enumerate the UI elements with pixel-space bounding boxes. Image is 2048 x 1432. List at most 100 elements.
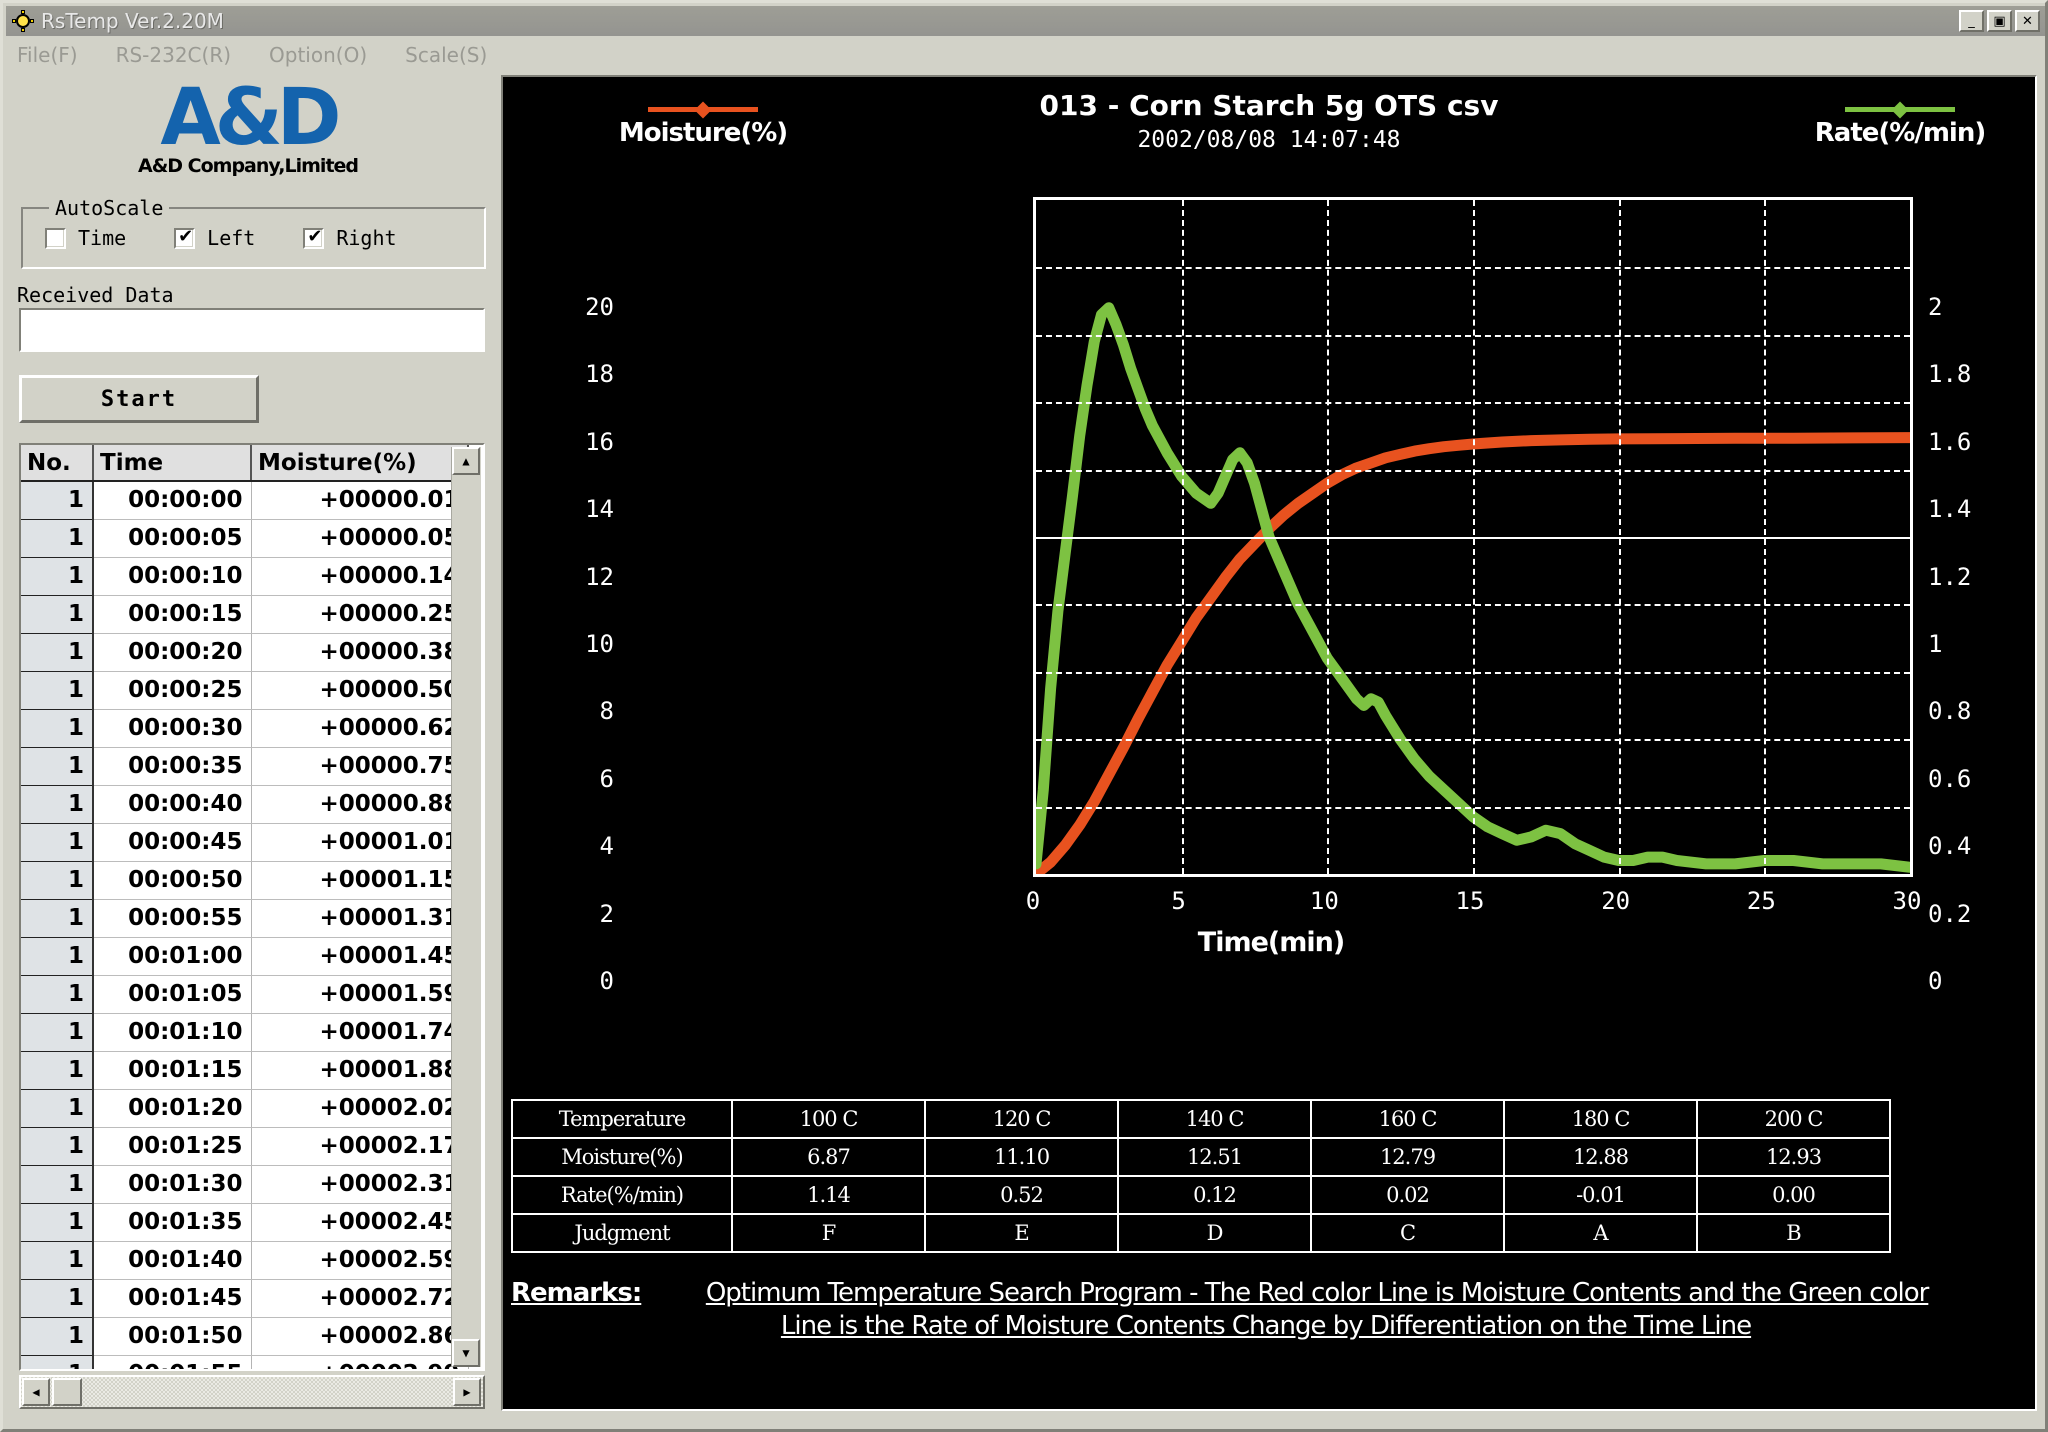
cell-time: 00:00:35 [93, 747, 252, 786]
cell-moist: +00001.45 [251, 937, 469, 976]
table-row[interactable]: 1 00:01:30 +00002.31 [21, 1165, 469, 1204]
table-row[interactable]: 1 00:00:45 +00001.01 [21, 823, 469, 862]
cell-no: 1 [21, 1051, 94, 1090]
summary-cell: 100 C [731, 1099, 926, 1139]
table-row[interactable]: 1 00:01:40 +00002.59 [21, 1241, 469, 1280]
x-axis-label: Time(min) [1197, 927, 1345, 958]
measurement-data-grid[interactable]: No. Time Moisture(%) 1 00:00:00 +00000.01 1… [19, 443, 485, 1371]
menu-item-rs232c[interactable]: RS-232C(R) [116, 43, 231, 67]
checkbox-left[interactable]: Left [174, 226, 255, 250]
checkbox-time-box[interactable] [45, 227, 66, 249]
table-row[interactable]: 1 00:01:10 +00001.74 [21, 1013, 469, 1052]
checkbox-left-box[interactable] [174, 226, 196, 249]
cell-moist: +00001.31 [251, 899, 469, 938]
cell-moist: +00000.05 [251, 519, 469, 558]
table-body: 1 00:00:00 +00000.01 1 00:00:05 +00000.05 1 00:… [21, 481, 469, 1369]
table-row[interactable]: 1 00:01:50 +00002.86 [21, 1317, 469, 1356]
table-row[interactable]: 1 00:00:40 +00000.88 [21, 785, 469, 824]
cell-time: 00:01:05 [93, 975, 252, 1014]
hscroll-thumb[interactable] [52, 1378, 82, 1406]
cell-moist: +00002.45 [251, 1203, 469, 1242]
column-header-moisture[interactable]: Moisture(%) [251, 445, 469, 482]
table-row[interactable]: 1 00:00:50 +00001.15 [21, 861, 469, 900]
y-axis-right-tick-label: 1.4 [1928, 495, 1972, 524]
scroll-left-arrow-icon[interactable]: ◀ [22, 1378, 50, 1406]
grid-horizontal-scrollbar[interactable]: ◀ ▶ [19, 1375, 485, 1409]
table-row[interactable]: 1 00:00:20 +00000.38 [21, 633, 469, 672]
received-data-input[interactable] [19, 308, 485, 352]
cell-time: 00:00:30 [93, 709, 252, 748]
table-row[interactable]: 1 00:01:15 +00001.88 [21, 1051, 469, 1090]
summary-cell: 0.52 [924, 1175, 1119, 1215]
cell-time: 00:01:10 [93, 1013, 252, 1052]
cell-moist: +00002.02 [251, 1089, 469, 1128]
table-row[interactable]: 1 00:00:05 +00000.05 [21, 519, 469, 558]
cell-moist: +00002.17 [251, 1127, 469, 1166]
column-header-time[interactable]: Time [93, 445, 252, 482]
summary-cell: 12.88 [1503, 1137, 1698, 1177]
menu-item-scale[interactable]: Scale(S) [405, 43, 487, 67]
cell-time: 00:00:55 [93, 899, 252, 938]
grid-vertical-scrollbar[interactable]: ▲ ▼ [451, 447, 481, 1367]
minimize-button[interactable]: _ [1959, 10, 1984, 32]
cell-time: 00:00:40 [93, 785, 252, 824]
y-axis-right-tick-label: 1 [1928, 630, 1943, 658]
cell-no: 1 [21, 1089, 94, 1128]
checkbox-right[interactable]: Right [303, 226, 397, 250]
cell-time: 00:00:25 [93, 671, 252, 710]
checkbox-time-label: Time [78, 226, 127, 250]
x-axis-tick-label: 0 [1025, 887, 1041, 915]
y-axis-left-tick-label: 8 [599, 697, 614, 726]
table-row[interactable]: 1 00:00:00 +00000.01 [21, 481, 469, 520]
cell-no: 1 [21, 1317, 94, 1356]
logo-mark: A&D [160, 73, 341, 163]
cell-time: 00:00:10 [93, 557, 252, 596]
checkbox-time[interactable]: Time [45, 226, 126, 250]
menu-item-file[interactable]: File(F) [17, 43, 78, 67]
start-button[interactable]: Start [19, 375, 259, 423]
cell-moist: +00000.25 [251, 595, 469, 634]
cell-time: 00:00:15 [93, 595, 252, 634]
scroll-right-arrow-icon[interactable]: ▶ [453, 1378, 481, 1406]
table-row[interactable]: 1 00:00:10 +00000.14 [21, 557, 469, 596]
table-row[interactable]: 1 00:00:55 +00001.31 [21, 899, 469, 938]
cell-moist: +00001.15 [251, 861, 469, 900]
maximize-button[interactable]: ▣ [1987, 10, 2012, 32]
table-row[interactable]: 100:01:55+00002.99 [21, 1355, 469, 1369]
cell-no: 1 [21, 747, 94, 786]
table-row[interactable]: 1 00:00:35 +00000.75 [21, 747, 469, 786]
scroll-down-arrow-icon[interactable]: ▼ [452, 1339, 480, 1367]
cell-moist: +00001.01 [251, 823, 469, 862]
table-row[interactable]: 1 00:00:25 +00000.50 [21, 671, 469, 710]
y-axis-right-tick-label: 0 [1928, 967, 1943, 995]
table-row[interactable]: 1 00:01:05 +00001.59 [21, 975, 469, 1014]
plot-frame [1033, 197, 1913, 877]
y-axis-left-tick-label: 4 [599, 832, 614, 861]
close-button[interactable]: ✕ [2015, 10, 2040, 32]
table-row[interactable]: 1 00:01:00 +00001.45 [21, 937, 469, 976]
table-row[interactable]: 1 00:00:15 +00000.25 [21, 595, 469, 634]
table-row[interactable]: 1 00:01:45 +00002.72 [21, 1279, 469, 1318]
gridline-vertical [1764, 200, 1767, 874]
data-table: No. Time Moisture(%) 1 00:00:00 +00000.01 1… [21, 445, 469, 1369]
table-row[interactable]: 1 00:01:20 +00002.02 [21, 1089, 469, 1128]
autoscale-group: AutoScale Time Left Right [21, 196, 486, 269]
summary-cell: D [1117, 1213, 1312, 1253]
checkbox-right-box[interactable] [303, 226, 325, 249]
table-row[interactable]: 1 00:01:35 +00002.45 [21, 1203, 469, 1242]
table-row[interactable]: 1 00:00:30 +00000.62 [21, 709, 469, 748]
y-axis-left-tick-label: 14 [585, 495, 614, 524]
x-axis-tick-label: 25 [1746, 887, 1776, 915]
table-row[interactable]: 1 00:01:25 +00002.17 [21, 1127, 469, 1166]
y-axis-right-tick-label: 1.6 [1928, 427, 1972, 456]
menu-item-option[interactable]: Option(O) [269, 43, 367, 67]
cell-no: 1 [21, 1279, 94, 1318]
y-axis-right-tick-label: 1.8 [1928, 360, 1972, 389]
scroll-up-arrow-icon[interactable]: ▲ [452, 447, 480, 475]
summary-cell: -0.01 [1503, 1175, 1698, 1215]
summary-cell: 0.12 [1117, 1175, 1312, 1215]
x-axis-tick-label: 10 [1309, 887, 1339, 915]
summary-cell: 0.02 [1310, 1175, 1505, 1215]
column-header-no[interactable]: No. [21, 445, 94, 482]
company-logo: A&D A&D Company,Limited [113, 73, 383, 177]
